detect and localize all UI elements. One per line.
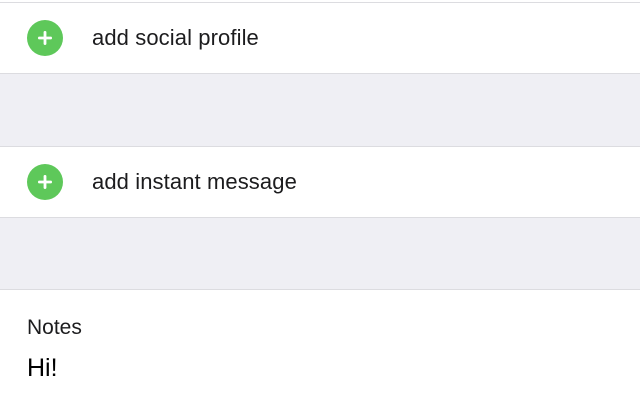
notes-label: Notes xyxy=(27,316,82,339)
add-circle-icon[interactable] xyxy=(27,20,63,56)
section-separator xyxy=(0,74,640,146)
add-social-profile-row[interactable]: add social profile xyxy=(0,2,640,74)
add-social-profile-label[interactable]: add social profile xyxy=(92,25,259,51)
section-separator xyxy=(0,218,640,290)
notes-section: Notes Hi! xyxy=(0,290,640,412)
notes-text-field[interactable]: Hi! xyxy=(27,354,607,383)
add-instant-message-label[interactable]: add instant message xyxy=(92,169,297,195)
add-circle-icon[interactable] xyxy=(27,164,63,200)
add-instant-message-row[interactable]: add instant message xyxy=(0,146,640,218)
contact-edit-form: add social profile add instant message N… xyxy=(0,0,640,412)
